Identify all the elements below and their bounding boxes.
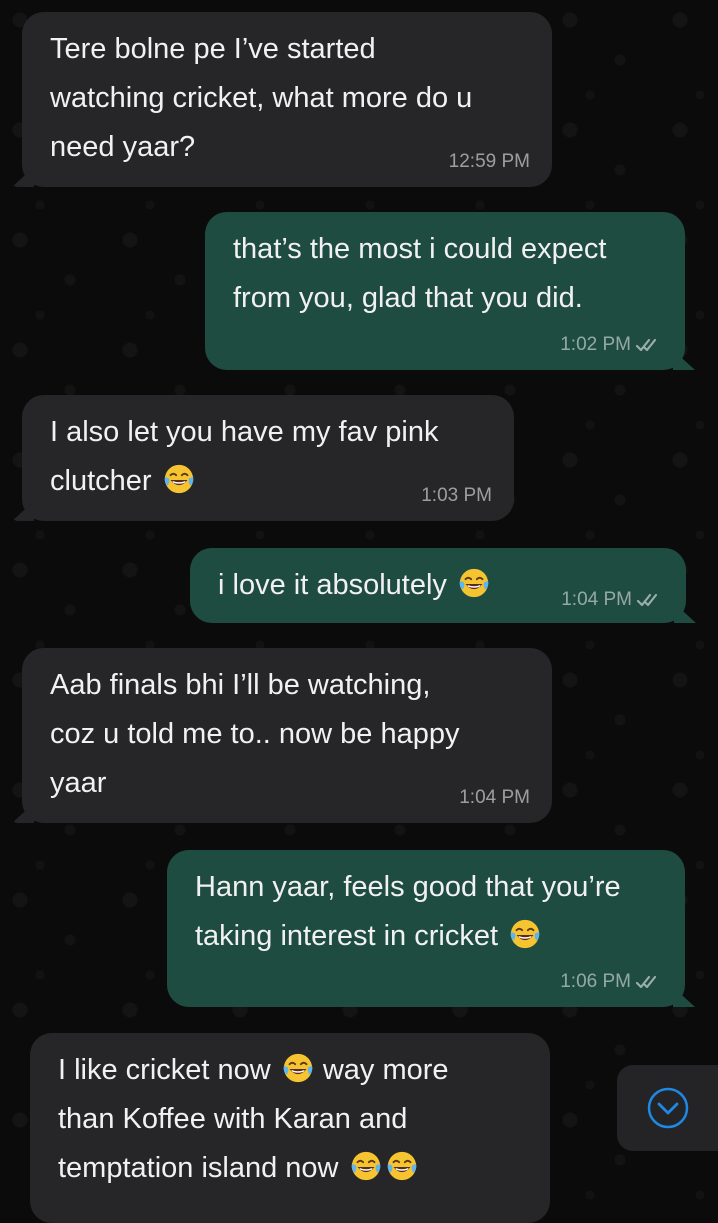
message-line: I like cricket now way more (58, 1046, 526, 1095)
laughing-tears-emoji (164, 464, 193, 494)
message-line: that’s the most i could expect (233, 233, 607, 265)
laughing-tears-emoji (387, 1151, 416, 1181)
message-line-text: clutcher (50, 465, 152, 497)
message-time: 1:06 PM (560, 971, 631, 992)
message-time: 12:59 PM (448, 151, 530, 172)
message-meta: 1:04 PM (459, 787, 530, 809)
chat-messages[interactable]: Tere bolne pe I’ve started watching cric… (0, 0, 718, 1223)
message-incoming[interactable]: Tere bolne pe I’ve started watching cric… (12, 12, 552, 187)
message-line: Aab finals bhi I’ll be watching, (50, 669, 431, 701)
message-outgoing[interactable]: Hann yaar, feels good that you’re taking… (167, 850, 695, 1007)
bubble-tail (12, 803, 34, 823)
message-line: than Koffee with Karan and (58, 1103, 408, 1135)
message-incoming[interactable]: I also let you have my fav pink clutcher… (12, 395, 514, 521)
message-time: 1:04 PM (459, 787, 530, 808)
bubble-tail (673, 987, 695, 1007)
laughing-tears-emoji (351, 1151, 380, 1181)
message-incoming[interactable]: I like cricket now way more than Koffee … (30, 1033, 550, 1223)
message-line: watching cricket, what more do u (50, 82, 473, 114)
laughing-tears-emoji (510, 919, 540, 949)
message-line: I also let you have my fav pink (50, 416, 439, 448)
message-line: taking interest in cricket (195, 912, 661, 961)
message-line-text: i love it absolutely (218, 569, 447, 601)
message-line: coz u told me to.. now be happy (50, 718, 460, 750)
chevron-down-circle-icon (647, 1087, 688, 1129)
bubble-tail (673, 350, 695, 370)
laughing-tears-emoji (459, 568, 489, 598)
message-line: yaar (50, 767, 107, 799)
message-meta: 12:59 PM (449, 151, 530, 173)
message-line-text: way more (322, 1054, 449, 1086)
message-line: Hann yaar, feels good that you’re (195, 871, 621, 903)
message-line-text: taking interest in cricket (195, 920, 499, 952)
message-time: 1:04 PM (561, 589, 632, 610)
bubble-tail (674, 603, 696, 623)
message-line-text: I like cricket now (58, 1054, 271, 1086)
message-time: 1:03 PM (421, 485, 492, 506)
message-time: 1:02 PM (560, 334, 631, 355)
bubble-tail (12, 501, 34, 521)
double-check-icon (635, 975, 657, 989)
message-line: temptation island now (58, 1144, 526, 1193)
bubble-tail (12, 167, 34, 187)
message-meta: 1:06 PM (560, 971, 663, 993)
double-check-icon (635, 338, 657, 352)
message-outgoing[interactable]: i love it absolutely 1:04 PM (190, 548, 696, 623)
message-line: Tere bolne pe I’ve started (50, 33, 376, 65)
message-incoming[interactable]: Aab finals bhi I’ll be watching, coz u t… (12, 648, 552, 823)
double-check-icon (636, 593, 658, 607)
message-meta: 1:04 PM (561, 589, 664, 611)
laughing-tears-emoji (283, 1053, 313, 1083)
message-meta: 1:03 PM (421, 485, 492, 507)
scroll-to-bottom-button[interactable] (617, 1065, 718, 1151)
message-line-text: temptation island now (58, 1152, 339, 1184)
message-line: from you, glad that you did. (233, 282, 583, 314)
message-outgoing[interactable]: that’s the most i could expect from you,… (205, 212, 695, 370)
message-meta: 1:02 PM (560, 334, 663, 356)
